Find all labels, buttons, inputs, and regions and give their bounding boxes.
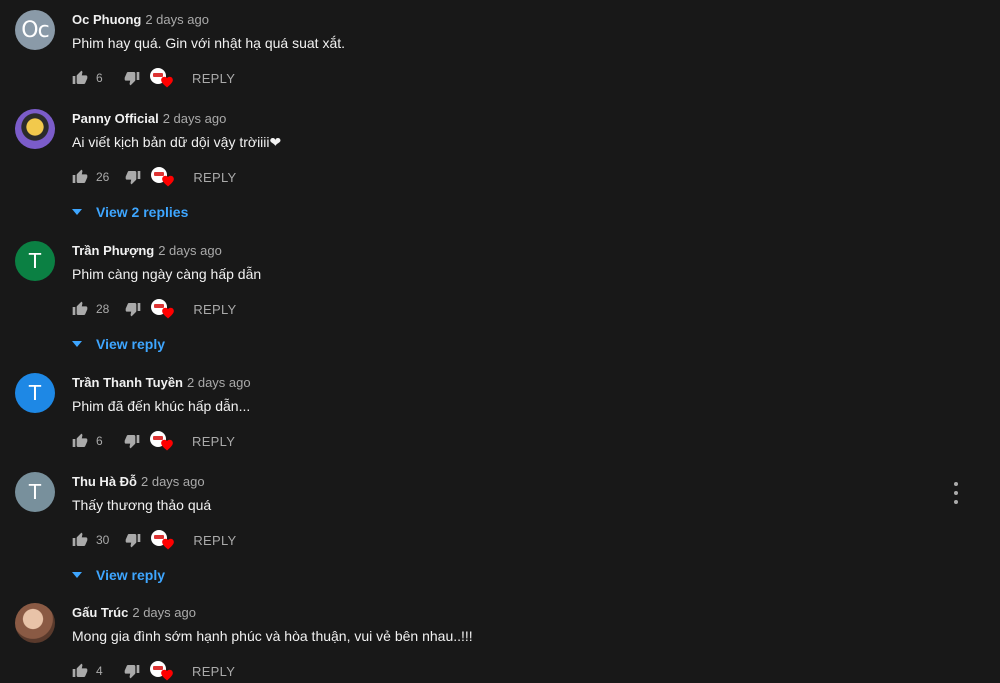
like-count: 6 bbox=[96, 71, 103, 85]
comment-timestamp[interactable]: 2 days ago bbox=[187, 375, 251, 390]
caret-down-icon bbox=[72, 209, 82, 215]
creator-heart-icon bbox=[150, 429, 174, 453]
caret-down-icon bbox=[72, 341, 82, 347]
reply-button[interactable]: REPLY bbox=[192, 434, 235, 449]
comment-timestamp[interactable]: 2 days ago bbox=[141, 474, 205, 489]
creator-heart-icon bbox=[151, 528, 175, 552]
comment-actions: 6 REPLY bbox=[72, 66, 235, 90]
reply-button[interactable]: REPLY bbox=[192, 664, 235, 679]
heart-icon bbox=[161, 669, 173, 681]
comment-author[interactable]: Panny Official bbox=[72, 111, 159, 126]
thumb-up-icon[interactable] bbox=[72, 301, 88, 317]
comment-text: Mong gia đình sớm hạnh phúc và hòa thuận… bbox=[72, 628, 473, 644]
heart-icon bbox=[162, 175, 175, 187]
comment-timestamp[interactable]: 2 days ago bbox=[158, 243, 222, 258]
thumb-down-icon[interactable] bbox=[125, 532, 141, 548]
heart-icon bbox=[162, 538, 175, 550]
kebab-dot bbox=[954, 500, 958, 504]
reply-button[interactable]: REPLY bbox=[193, 533, 236, 548]
comment-header: Thu Hà Đỗ 2 days ago bbox=[72, 474, 205, 489]
thumb-up-icon[interactable] bbox=[72, 663, 88, 679]
comment-author[interactable]: Thu Hà Đỗ bbox=[72, 474, 137, 489]
comment-actions: 6 REPLY bbox=[72, 429, 235, 453]
like-count: 26 bbox=[96, 170, 110, 184]
avatar-initials: T bbox=[28, 480, 42, 504]
kebab-dot bbox=[954, 491, 958, 495]
comment-actions: 26 REPLY bbox=[72, 165, 237, 189]
thumb-up-icon[interactable] bbox=[72, 532, 88, 548]
comment-timestamp[interactable]: 2 days ago bbox=[163, 111, 227, 126]
creator-heart-icon bbox=[150, 659, 174, 683]
comment-actions: 30 REPLY bbox=[72, 528, 237, 552]
avatar[interactable] bbox=[15, 109, 55, 149]
thumb-down-icon[interactable] bbox=[125, 301, 141, 317]
comment-text: Phim càng ngày càng hấp dẫn bbox=[72, 266, 262, 282]
comment-timestamp[interactable]: 2 days ago bbox=[132, 605, 196, 620]
avatar[interactable] bbox=[15, 603, 55, 643]
like-count: 4 bbox=[96, 664, 103, 678]
comment-text: Ai viết kịch bản dữ dội vậy trờiiii❤ bbox=[72, 134, 282, 150]
comment-author[interactable]: Oc Phuong bbox=[72, 12, 141, 27]
comment-author[interactable]: Trần Thanh Tuyền bbox=[72, 375, 183, 390]
view-replies-label: View 2 replies bbox=[96, 204, 189, 220]
like-count: 28 bbox=[96, 302, 110, 316]
comment-header: Trần Thanh Tuyền 2 days ago bbox=[72, 375, 251, 390]
comment-text: Phim hay quá. Gin với nhật hạ quá suat x… bbox=[72, 35, 346, 51]
avatar-initials: Oc bbox=[21, 17, 49, 43]
thumb-down-icon[interactable] bbox=[124, 663, 140, 679]
comment-header: Panny Official 2 days ago bbox=[72, 111, 226, 126]
like-count: 6 bbox=[96, 434, 103, 448]
avatar[interactable]: T bbox=[15, 241, 55, 281]
creator-heart-icon bbox=[151, 165, 175, 189]
thumb-down-icon[interactable] bbox=[124, 70, 140, 86]
comment-text: Phim đã đến khúc hấp dẫn... bbox=[72, 398, 251, 414]
comment-timestamp[interactable]: 2 days ago bbox=[145, 12, 209, 27]
thumb-up-icon[interactable] bbox=[72, 433, 88, 449]
thumb-up-icon[interactable] bbox=[72, 169, 88, 185]
comment-header: Trần Phượng 2 days ago bbox=[72, 243, 222, 258]
thumb-down-icon[interactable] bbox=[125, 169, 141, 185]
like-count: 30 bbox=[96, 533, 110, 547]
comment-header: Gấu Trúc 2 days ago bbox=[72, 605, 196, 620]
heart-icon bbox=[162, 307, 175, 319]
comment-author[interactable]: Gấu Trúc bbox=[72, 605, 128, 620]
heart-icon bbox=[161, 439, 173, 451]
view-replies-button[interactable]: View reply bbox=[72, 567, 165, 583]
thumb-up-icon[interactable] bbox=[72, 70, 88, 86]
view-replies-button[interactable]: View 2 replies bbox=[72, 204, 188, 220]
creator-heart-icon bbox=[150, 66, 174, 90]
creator-heart-icon bbox=[151, 297, 175, 321]
avatar[interactable]: T bbox=[15, 472, 55, 512]
reply-button[interactable]: REPLY bbox=[192, 71, 235, 86]
avatar[interactable]: Oc bbox=[15, 10, 55, 50]
avatar-initials: T bbox=[28, 381, 42, 405]
comment-header: Oc Phuong 2 days ago bbox=[72, 12, 209, 27]
thumb-down-icon[interactable] bbox=[124, 433, 140, 449]
view-replies-label: View reply bbox=[96, 336, 166, 352]
comment-actions: 4 REPLY bbox=[72, 659, 235, 683]
view-replies-label: View reply bbox=[96, 567, 166, 583]
kebab-dot bbox=[954, 482, 958, 486]
reply-button[interactable]: REPLY bbox=[193, 302, 236, 317]
avatar[interactable]: T bbox=[15, 373, 55, 413]
comment-actions: 28 REPLY bbox=[72, 297, 237, 321]
reply-button[interactable]: REPLY bbox=[193, 170, 236, 185]
comment-author[interactable]: Trần Phượng bbox=[72, 243, 154, 258]
caret-down-icon bbox=[72, 572, 82, 578]
view-replies-button[interactable]: View reply bbox=[72, 336, 165, 352]
avatar-initials: T bbox=[28, 249, 42, 273]
more-vert-icon[interactable] bbox=[946, 482, 966, 504]
comment-text: Thấy thương thảo quá bbox=[72, 497, 212, 513]
heart-icon bbox=[161, 76, 173, 88]
